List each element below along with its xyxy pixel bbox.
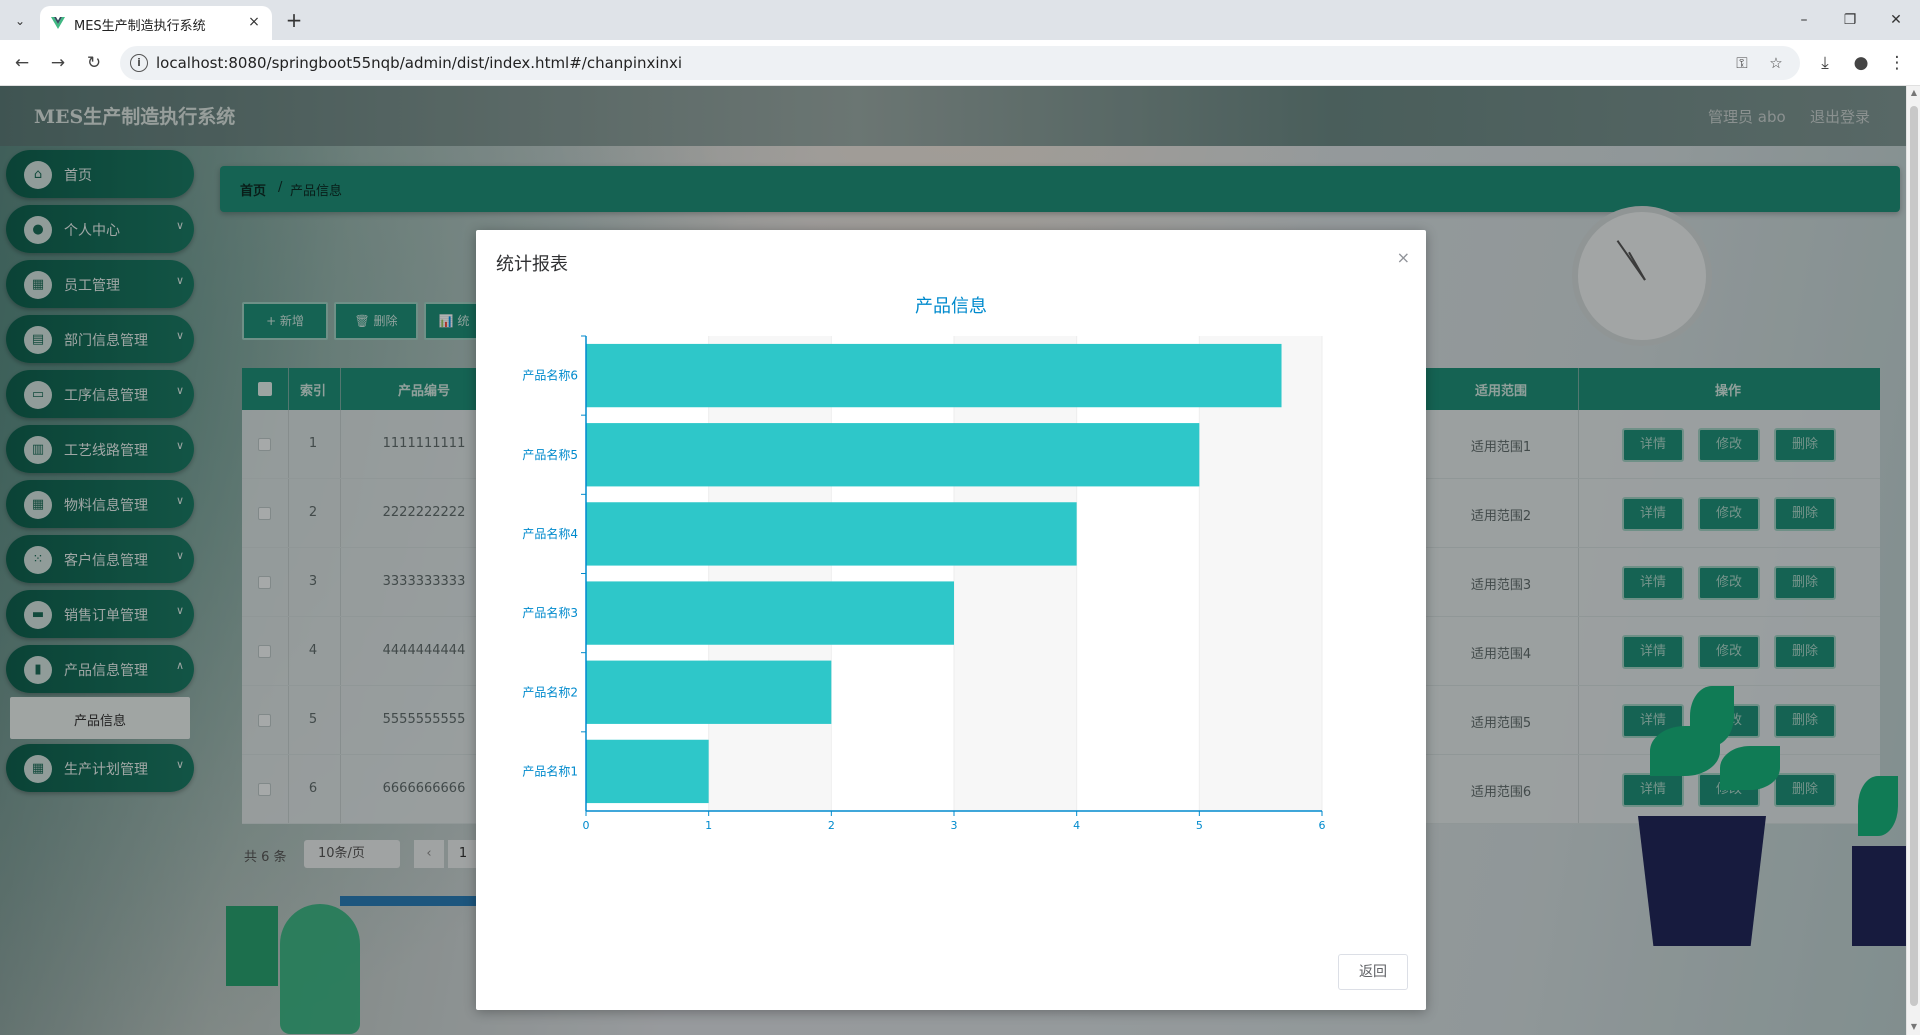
chart-bar bbox=[586, 343, 1282, 408]
return-button[interactable]: 返回 bbox=[1338, 954, 1408, 990]
profile-icon[interactable]: ● bbox=[1849, 51, 1873, 75]
x-tick-label: 0 bbox=[583, 819, 590, 832]
minimize-icon[interactable]: – bbox=[1790, 8, 1818, 32]
password-key-icon[interactable]: ⚿ bbox=[1732, 53, 1752, 73]
restore-icon[interactable]: ❐ bbox=[1836, 8, 1864, 32]
address-bar: ← → ↻ i localhost:8080/springboot55nqb/a… bbox=[0, 40, 1920, 86]
url-field[interactable]: i localhost:8080/springboot55nqb/admin/d… bbox=[120, 46, 1800, 80]
scroll-thumb[interactable] bbox=[1910, 106, 1918, 1006]
y-tick-label: 产品名称1 bbox=[522, 763, 578, 778]
chart-title: 产品信息 bbox=[915, 296, 987, 317]
url-text[interactable]: localhost:8080/springboot55nqb/admin/dis… bbox=[156, 54, 682, 72]
forward-icon[interactable]: → bbox=[46, 51, 70, 75]
chart-bar bbox=[586, 660, 832, 724]
stats-dialog: 统计报表 × 产品信息产品名称1 产品名称2 产品名称3 产品名称4 产品名称5 产品名称… bbox=[476, 230, 1426, 1010]
y-tick-label: 产品名称2 bbox=[522, 684, 578, 699]
dialog-title: 统计报表 bbox=[496, 254, 568, 275]
tab-close-icon[interactable]: × bbox=[244, 12, 264, 32]
tab-search-icon[interactable]: ⌄ bbox=[8, 9, 32, 33]
chart-bar bbox=[586, 502, 1077, 566]
x-tick-label: 6 bbox=[1319, 819, 1326, 832]
x-tick-label: 5 bbox=[1196, 819, 1203, 832]
y-tick-label: 产品名称3 bbox=[522, 605, 578, 620]
browser-tab-bar: ⌄ MES生产制造执行系统 × + – ❐ ✕ bbox=[0, 0, 1920, 40]
bar-chart: 产品信息产品名称1 产品名称2 产品名称3 产品名称4 产品名称5 产品名称6 0 1 2 3 4 5… bbox=[522, 296, 1326, 832]
scroll-up-icon[interactable]: ▲ bbox=[1909, 88, 1919, 97]
x-tick-label: 2 bbox=[828, 819, 835, 832]
new-tab-button[interactable]: + bbox=[282, 9, 306, 33]
chart-bar bbox=[586, 423, 1200, 487]
scroll-down-icon[interactable]: ▼ bbox=[1909, 1022, 1919, 1031]
window-close-icon[interactable]: ✕ bbox=[1882, 8, 1910, 32]
browser-menu-icon[interactable]: ⋮ bbox=[1885, 51, 1909, 75]
x-tick-label: 4 bbox=[1073, 819, 1080, 832]
vue-logo-icon bbox=[51, 17, 65, 29]
y-tick-label: 产品名称6 bbox=[522, 368, 578, 383]
tab-title: MES生产制造执行系统 bbox=[74, 19, 206, 34]
x-tick-label: 3 bbox=[951, 819, 958, 832]
page-scrollbar[interactable]: ▲ ▼ bbox=[1906, 86, 1920, 1035]
x-tick-label: 1 bbox=[705, 819, 712, 832]
reload-icon[interactable]: ↻ bbox=[82, 51, 106, 75]
y-tick-label: 产品名称5 bbox=[522, 447, 578, 462]
site-info-icon[interactable]: i bbox=[130, 54, 148, 72]
chart-bar bbox=[586, 581, 954, 645]
y-tick-label: 产品名称4 bbox=[522, 526, 578, 541]
back-icon[interactable]: ← bbox=[10, 51, 34, 75]
close-icon[interactable]: × bbox=[1397, 248, 1410, 267]
bookmark-star-icon[interactable]: ☆ bbox=[1766, 53, 1786, 73]
chart-bar bbox=[586, 739, 709, 804]
browser-tab[interactable]: MES生产制造执行系统 × bbox=[40, 6, 272, 40]
download-icon[interactable]: ⤓ bbox=[1813, 51, 1837, 75]
